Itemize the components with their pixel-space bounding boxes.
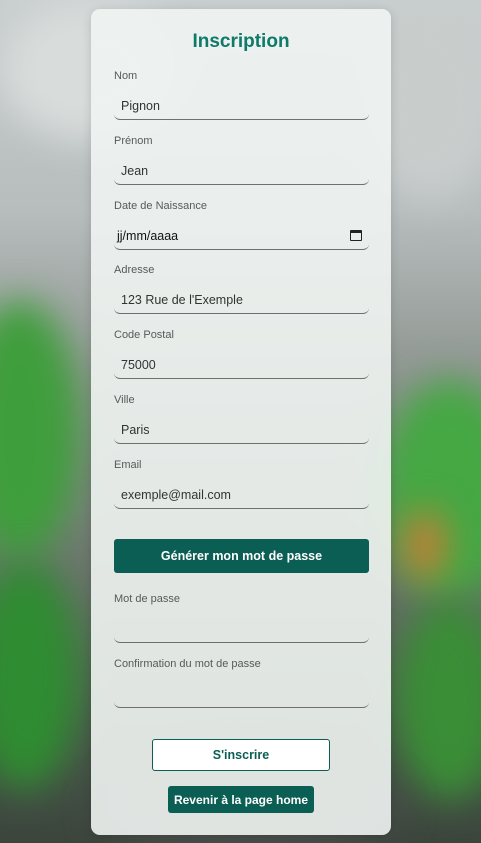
- password-label: Mot de passe: [114, 593, 181, 605]
- address-field: Adresse 123 Rue de l'Exemple: [114, 263, 369, 314]
- birth-date-label: Date de Naissance: [114, 200, 207, 212]
- password-confirm-field: Confirmation du mot de passe: [114, 657, 369, 708]
- city-field: Ville Paris: [114, 393, 369, 444]
- address-label: Adresse: [114, 264, 155, 276]
- address-input[interactable]: 123 Rue de l'Exemple: [114, 286, 369, 314]
- city-input[interactable]: Paris: [114, 416, 369, 444]
- email-field: Email exemple@mail.com: [114, 458, 369, 509]
- first-name-input[interactable]: Jean: [114, 157, 369, 185]
- bg-blob: [405, 510, 445, 580]
- register-button[interactable]: S'inscrire: [152, 739, 330, 771]
- first-name-label: Prénom: [114, 135, 153, 147]
- back-home-button[interactable]: Revenir à la page home: [168, 786, 314, 813]
- postal-code-field: Code Postal 75000: [114, 328, 369, 379]
- last-name-field: Nom Pignon: [114, 69, 369, 120]
- birth-date-field: Date de Naissance jj/mm/aaaa: [114, 199, 369, 250]
- bg-blob: [0, 560, 80, 790]
- password-confirm-input[interactable]: [114, 680, 369, 708]
- postal-code-input[interactable]: 75000: [114, 351, 369, 379]
- calendar-icon[interactable]: [350, 230, 362, 241]
- bg-blob: [395, 600, 481, 800]
- password-confirm-label: Confirmation du mot de passe: [114, 658, 261, 670]
- password-field: Mot de passe: [114, 592, 369, 643]
- birth-date-input[interactable]: jj/mm/aaaa: [114, 222, 369, 250]
- birth-date-placeholder: jj/mm/aaaa: [117, 228, 179, 243]
- last-name-label: Nom: [114, 70, 138, 82]
- form-title: Inscription: [192, 31, 290, 52]
- bg-blob: [0, 300, 80, 560]
- password-input[interactable]: [114, 615, 369, 643]
- generate-password-button[interactable]: Générer mon mot de passe: [114, 539, 369, 573]
- first-name-field: Prénom Jean: [114, 134, 369, 185]
- last-name-input[interactable]: Pignon: [114, 92, 369, 120]
- registration-form: Inscription Nom Pignon Prénom Jean Date …: [91, 9, 391, 835]
- email-input[interactable]: exemple@mail.com: [114, 481, 369, 509]
- email-label: Email: [114, 459, 142, 471]
- postal-code-label: Code Postal: [114, 329, 174, 341]
- city-label: Ville: [114, 394, 135, 406]
